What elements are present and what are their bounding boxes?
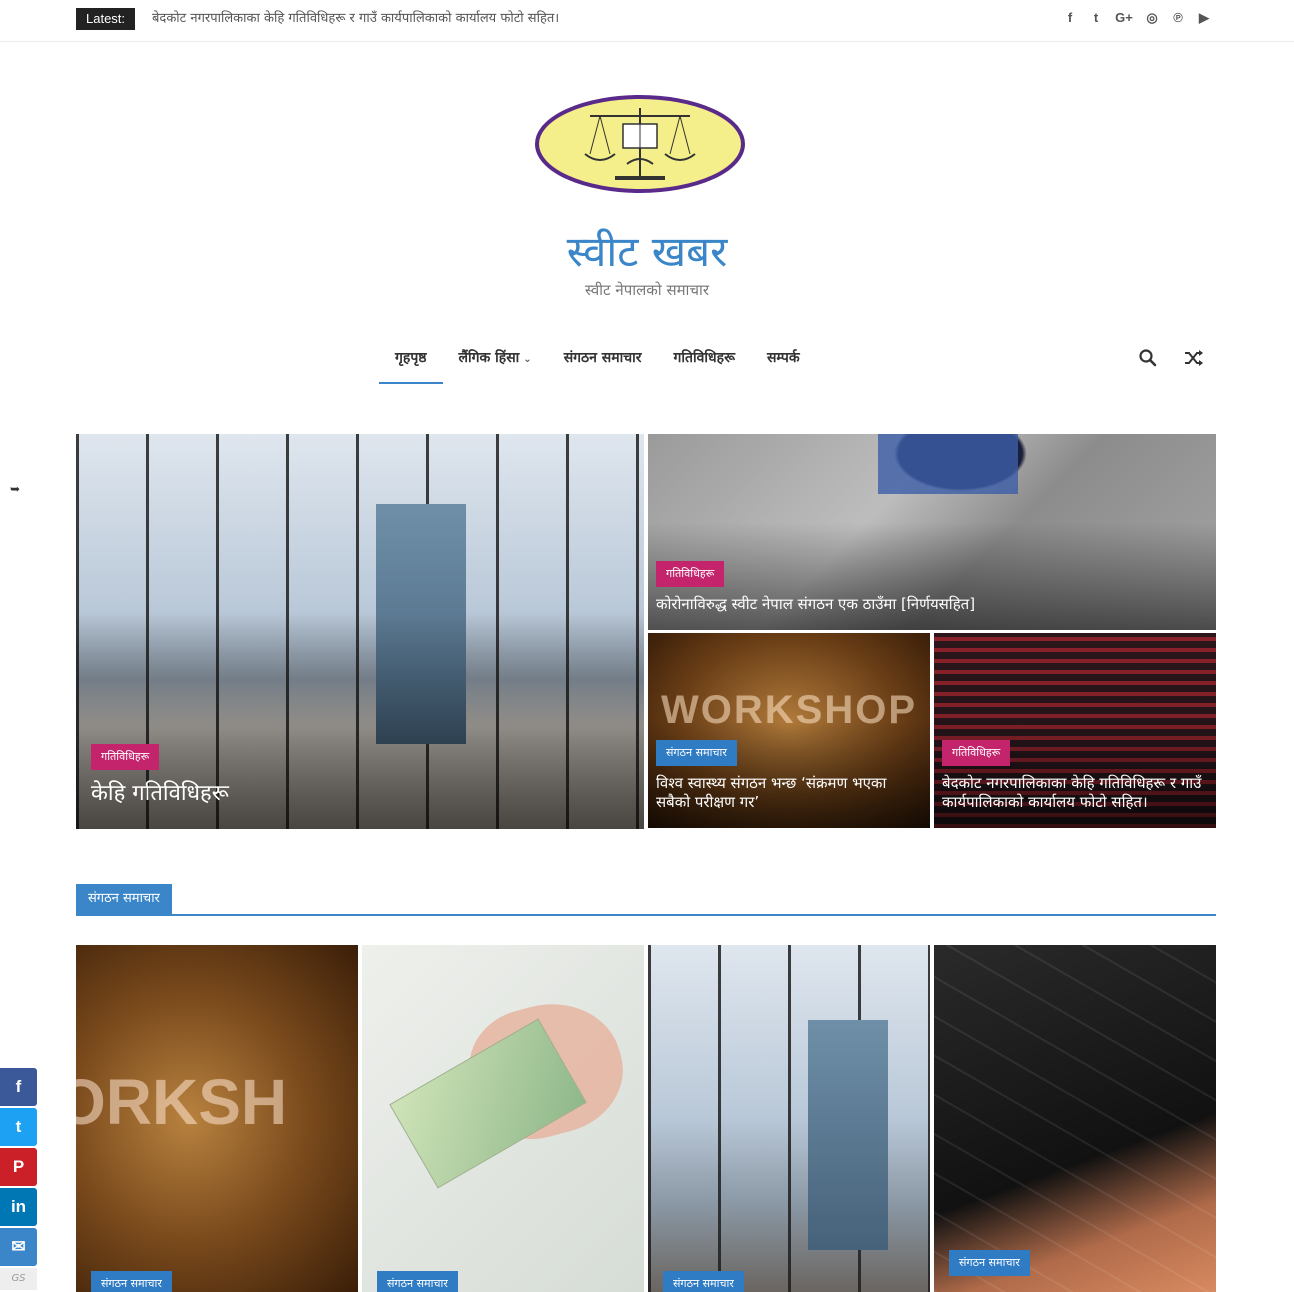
pinterest-icon[interactable]: ℗ bbox=[1170, 9, 1186, 27]
latest-label: Latest: bbox=[76, 8, 136, 30]
linkedin-icon[interactable]: in bbox=[0, 1188, 37, 1226]
nav-item-label: सम्पर्क bbox=[766, 350, 800, 366]
chevron-down-icon: ⌄ bbox=[523, 354, 532, 365]
google-plus-icon[interactable]: G+ bbox=[1114, 9, 1134, 27]
section-header: संगठन समाचार bbox=[76, 884, 1216, 916]
section-title[interactable]: संगठन समाचार bbox=[76, 884, 172, 914]
nav-item-label: गृहपृष्ठ bbox=[395, 350, 427, 366]
main-nav: गृहपृष्ठ लैंगिक हिंसा ⌄ संगठन समाचार गतिव… bbox=[379, 345, 816, 384]
nav-item-organization-news[interactable]: संगठन समाचार bbox=[548, 345, 658, 382]
skyscraper-shape bbox=[808, 1020, 888, 1250]
featured-card-top-right[interactable]: गतिविधिहरू कोरोनाविरुद्ध स्वीट नेपाल संग… bbox=[648, 434, 1216, 630]
category-tag[interactable]: संगठन समाचार bbox=[949, 1250, 1030, 1276]
category-tag[interactable]: संगठन समाचार bbox=[656, 740, 737, 766]
news-card[interactable]: संगठन समाचार bbox=[934, 945, 1216, 1292]
nav-item-contact[interactable]: सम्पर्क bbox=[751, 345, 816, 382]
nav-item-label: गतिविधिहरू bbox=[673, 350, 735, 366]
facebook-icon[interactable]: f bbox=[1062, 9, 1078, 27]
random-shuffle-icon[interactable] bbox=[1184, 348, 1204, 368]
search-icon[interactable] bbox=[1138, 348, 1158, 368]
latest-ticker-link[interactable]: बेदकोट नगरपालिकाका केहि गतिविधिहरू र गाउ… bbox=[152, 8, 559, 30]
category-tag[interactable]: संगठन समाचार bbox=[377, 1271, 458, 1292]
featured-card-main[interactable]: गतिविधिहरू केहि गतिविधिहरू bbox=[76, 434, 644, 829]
nav-item-label: लैंगिक हिंसा bbox=[458, 350, 520, 366]
news-card[interactable]: ORKSH संगठन समाचार bbox=[76, 945, 358, 1292]
youtube-icon[interactable]: ▶ bbox=[1196, 9, 1212, 27]
category-tag[interactable]: संगठन समाचार bbox=[91, 1271, 172, 1292]
featured-card-bottom-right[interactable]: गतिविधिहरू बेदकोट नगरपालिकाका केहि गतिवि… bbox=[934, 633, 1216, 828]
nav-item-activities[interactable]: गतिविधिहरू bbox=[658, 345, 751, 382]
news-card[interactable]: संगठन समाचार bbox=[648, 945, 930, 1292]
facebook-icon[interactable]: f bbox=[0, 1068, 37, 1106]
nav-tools bbox=[1138, 348, 1204, 368]
top-social-links: f t G+ ◎ ℗ ▶ bbox=[1062, 9, 1212, 27]
featured-title[interactable]: केहि गतिविधिहरू bbox=[91, 780, 611, 808]
site-title[interactable]: स्वीट खबर bbox=[0, 222, 1294, 279]
nav-item-home[interactable]: गृहपृष्ठ bbox=[379, 345, 443, 384]
site-logo[interactable] bbox=[535, 94, 745, 194]
top-bar: Latest: बेदकोट नगरपालिकाका केहि गतिविधिह… bbox=[0, 0, 1294, 42]
sidebar-toggle-icon[interactable]: ➥ bbox=[10, 482, 20, 496]
category-tag[interactable]: गतिविधिहरू bbox=[942, 740, 1011, 766]
featured-title[interactable]: कोरोनाविरुद्ध स्वीट नेपाल संगठन एक ठाउँम… bbox=[656, 595, 1196, 614]
getsocial-logo[interactable]: GS bbox=[0, 1268, 37, 1290]
image-shade bbox=[76, 434, 644, 829]
site-tagline: स्वीट नेपालको समाचार bbox=[584, 281, 709, 299]
category-tag[interactable]: संगठन समाचार bbox=[663, 1271, 744, 1292]
nav-item-label: संगठन समाचार bbox=[563, 350, 642, 366]
featured-title[interactable]: बेदकोट नगरपालिकाका केहि गतिविधिहरू र गाउ… bbox=[942, 774, 1204, 812]
category-tag[interactable]: गतिविधिहरू bbox=[656, 561, 725, 587]
twitter-icon[interactable]: t bbox=[0, 1108, 37, 1146]
category-tag[interactable]: गतिविधिहरू bbox=[91, 744, 160, 770]
workshop-sign-image-text: ORKSH bbox=[76, 1066, 288, 1138]
email-icon[interactable]: ✉ bbox=[0, 1228, 37, 1266]
featured-card-bottom-mid[interactable]: WORKSHOP संगठन समाचार विश्व स्वास्थ्य सं… bbox=[648, 633, 930, 828]
nav-item-gender-violence[interactable]: लैंगिक हिंसा ⌄ bbox=[443, 345, 548, 382]
pinterest-icon[interactable]: P bbox=[0, 1148, 37, 1186]
news-card[interactable]: संगठन समाचार bbox=[362, 945, 644, 1292]
instagram-icon[interactable]: ◎ bbox=[1144, 9, 1160, 27]
twitter-icon[interactable]: t bbox=[1088, 9, 1104, 27]
keyboard-money-image bbox=[934, 945, 1216, 1292]
featured-title[interactable]: विश्व स्वास्थ्य संगठन भन्छ ‘संक्रमण भएका… bbox=[656, 774, 916, 812]
share-sidebar: f t P in ✉ GS bbox=[0, 1068, 37, 1290]
